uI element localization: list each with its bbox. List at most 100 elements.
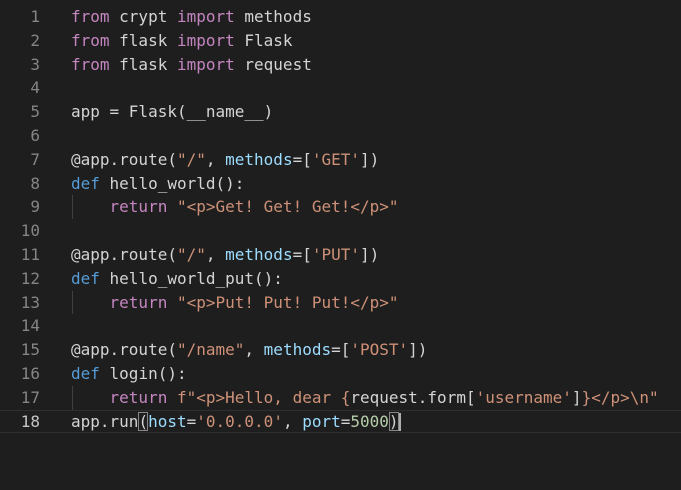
text-cursor — [398, 413, 401, 432]
code-line[interactable]: 18 app.run(host='0.0.0.0', port=5000) — [0, 410, 681, 434]
code-line[interactable]: 4 — [0, 76, 681, 100]
code-token: app = Flask(__name__) — [71, 102, 274, 122]
code-token: request — [234, 54, 312, 74]
code-token: ) — [388, 411, 399, 431]
code-text: app = Flask(__name__) — [71, 100, 273, 124]
code-line[interactable]: 15 @app.route("/name", methods=['POST']) — [0, 338, 681, 362]
code-token: =[ — [331, 340, 351, 360]
code-token: ]) — [360, 245, 380, 264]
code-text: def login(): — [71, 362, 187, 386]
code-token: crypt — [109, 7, 177, 26]
line-number: 13 — [20, 292, 40, 312]
code-text: def hello_world(): — [71, 172, 244, 196]
line-number: 18 — [20, 411, 40, 431]
code-line[interactable]: 16 def login(): — [0, 362, 681, 386]
code-token: ]) — [360, 149, 380, 169]
line-number: 8 — [30, 173, 40, 193]
line-number: 11 — [20, 245, 40, 264]
code-line[interactable]: 17 return f"<p>Hello, dear {request.form… — [0, 385, 681, 410]
code-token: , — [244, 340, 264, 360]
code-token: return — [109, 387, 168, 407]
code-token: , — [282, 411, 303, 431]
code-token: methods — [263, 340, 332, 360]
line-number: 4 — [30, 78, 40, 98]
code-token: methods — [225, 149, 293, 169]
code-token: , — [205, 245, 226, 264]
code-line[interactable]: 13 return "<p>Put! Put! Put!</p>" — [0, 290, 681, 315]
code-token: from — [71, 54, 110, 74]
code-token: methods — [225, 245, 293, 264]
code-line[interactable]: 12 def hello_world_put(): — [0, 267, 681, 291]
code-token: from — [71, 30, 110, 50]
line-number: 9 — [30, 197, 40, 217]
code-text: return "<p>Get! Get! Get!</p>" — [71, 195, 399, 219]
code-token: port — [302, 411, 341, 431]
code-token: def — [71, 268, 100, 288]
code-token: 5000 — [350, 411, 389, 431]
code-token: =[ — [292, 245, 312, 264]
code-token: = — [340, 411, 351, 431]
code-token: request.form[ — [350, 387, 476, 407]
code-line[interactable]: 5 app = Flask(__name__) — [0, 100, 681, 124]
code-token: 'PUT' — [311, 245, 361, 264]
code-token: import — [176, 54, 235, 74]
code-line[interactable]: 3 from flask import request — [0, 53, 681, 77]
code-line[interactable]: 10 — [0, 219, 681, 243]
code-text: @app.route("/name", methods=['POST']) — [71, 338, 427, 362]
code-token: return — [109, 197, 168, 217]
code-token: @app.route( — [71, 149, 177, 169]
code-line[interactable]: 7 @app.route("/", methods=['GET']) — [0, 148, 681, 172]
code-text: from flask import Flask — [71, 29, 293, 53]
code-text: return f"<p>Hello, dear {request.form['u… — [71, 386, 659, 410]
code-token: =[ — [292, 149, 312, 169]
code-token: def — [71, 173, 100, 193]
line-number: 10 — [20, 221, 40, 241]
code-token: f"<p>Hello, dear { — [176, 387, 351, 407]
code-token: return — [109, 292, 168, 312]
code-line[interactable]: 11 @app.route("/", methods=['PUT']) — [0, 243, 681, 267]
line-number: 7 — [30, 149, 40, 169]
code-editor[interactable]: 1 from crypt import methods 2 from flask im… — [0, 0, 681, 490]
line-number: 16 — [20, 364, 40, 383]
code-line[interactable]: 14 — [0, 314, 681, 338]
code-token: import — [176, 30, 235, 50]
code-token: def — [71, 364, 100, 383]
code-token: @app.route( — [71, 245, 177, 264]
code-text: @app.route("/", methods=['GET']) — [71, 148, 379, 172]
code-text: from flask import request — [71, 53, 312, 77]
line-number: 17 — [20, 387, 40, 407]
line-number: 3 — [30, 54, 40, 74]
line-number: 6 — [30, 126, 40, 145]
code-token: '0.0.0.0' — [196, 411, 283, 431]
code-token: = — [186, 411, 197, 431]
code-token: }</p>\n" — [581, 387, 659, 407]
code-line[interactable]: 6 — [0, 124, 681, 148]
line-number: 15 — [20, 340, 40, 360]
code-token: from — [71, 7, 110, 26]
code-line[interactable]: 1 from crypt import methods — [0, 5, 681, 29]
code-line[interactable]: 9 return "<p>Get! Get! Get!</p>" — [0, 195, 681, 220]
code-token: import — [176, 7, 235, 26]
code-token: Flask — [234, 30, 293, 50]
code-text: from crypt import methods — [71, 5, 312, 29]
code-token: hello_world_put(): — [99, 268, 283, 288]
code-token: "<p>Put! Put! Put!</p>" — [176, 292, 399, 312]
code-token: ( — [138, 411, 149, 431]
line-number: 12 — [20, 268, 40, 288]
code-line[interactable]: 8 def hello_world(): — [0, 172, 681, 196]
code-line[interactable]: 2 from flask import Flask — [0, 29, 681, 53]
code-token: flask — [109, 54, 177, 74]
line-number: 1 — [30, 7, 40, 26]
code-token: host — [148, 411, 187, 431]
code-token: "<p>Get! Get! Get!</p>" — [176, 197, 399, 217]
code-token: ] — [571, 387, 582, 407]
code-token: "/name" — [176, 340, 245, 360]
code-text: def hello_world_put(): — [71, 267, 283, 291]
code-token: flask — [109, 30, 177, 50]
code-token: methods — [234, 7, 312, 26]
